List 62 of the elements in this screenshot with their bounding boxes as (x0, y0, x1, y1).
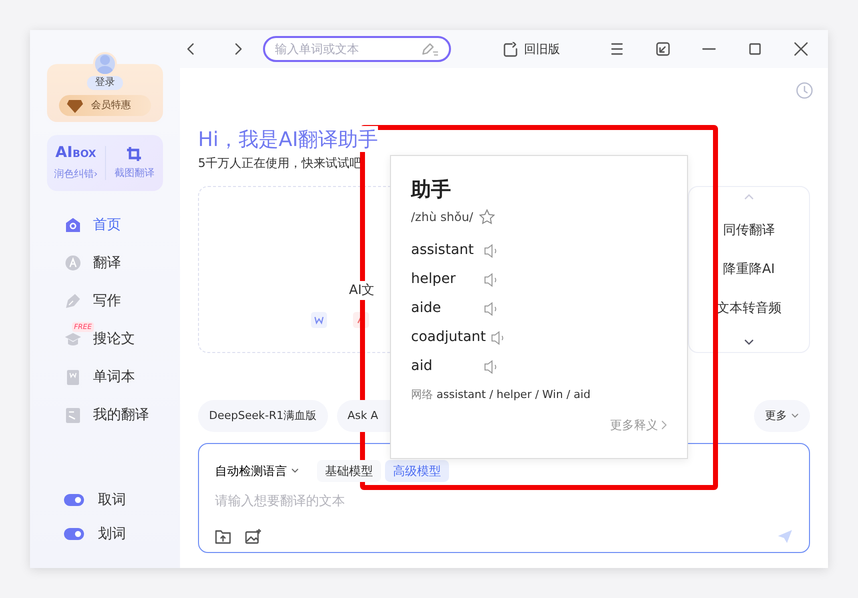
tool-link[interactable]: 同传翻译 (723, 220, 775, 240)
star-icon[interactable] (479, 209, 496, 225)
translation-word: helper (411, 270, 457, 289)
close-icon (794, 42, 808, 56)
papers-icon (65, 331, 81, 347)
word-file-icon (311, 312, 327, 328)
back-icon (186, 42, 196, 56)
model-chip[interactable]: DeepSeek-R1满血版 (198, 400, 328, 432)
model-chip[interactable]: 更多 (754, 400, 810, 432)
translate-icon (65, 255, 81, 271)
headword: 助手 (411, 176, 452, 203)
vip-button[interactable]: 会员特惠 (59, 95, 151, 116)
image-icon[interactable] (245, 529, 261, 544)
nav-item[interactable]: 首页 (30, 206, 180, 244)
diamond-icon (67, 98, 83, 112)
toggle-label: 取词 (98, 490, 126, 510)
write-icon (65, 293, 81, 309)
toggle-switch[interactable] (64, 494, 84, 506)
caret-icon (291, 468, 299, 474)
maximize-button[interactable] (748, 42, 762, 56)
menu-button[interactable] (610, 42, 624, 56)
chevron-down-icon[interactable] (743, 338, 755, 346)
rotate-icon (503, 42, 518, 56)
wordbook-icon (65, 369, 81, 385)
login-button[interactable]: 登录 (87, 76, 123, 90)
shrink-icon (656, 42, 670, 56)
web-definitions: 网络 assistant / helper / Win / aid (411, 387, 592, 403)
translate-input-box[interactable]: 自动检测语言 基础模型 高级模型 请输入想要翻译的文本 (198, 443, 810, 553)
menu-icon (610, 42, 624, 56)
nav-item[interactable]: 单词本 (30, 358, 180, 396)
aibox-logo[interactable]: AIBOX (55, 144, 96, 163)
doc-label: AI文 (349, 280, 375, 300)
nav-item[interactable]: 写作 (30, 282, 180, 320)
nav-item[interactable]: 翻译 (30, 244, 180, 282)
forward-button[interactable] (233, 42, 243, 56)
toggle-label: 划词 (98, 524, 126, 544)
home-icon (65, 217, 81, 233)
maximize-icon (748, 42, 762, 56)
model-tab[interactable]: 高级模型 (385, 460, 449, 482)
greeting-title: Hi，我是AI翻译助手 (198, 126, 378, 152)
pinyin: /zhù shǒu/ (411, 209, 474, 226)
translation-word: aid (411, 357, 434, 376)
forward-icon (233, 42, 243, 56)
caret-icon (791, 413, 799, 419)
old-version-button[interactable]: 回旧版 (503, 40, 560, 58)
close-button[interactable] (794, 42, 808, 56)
upload-file-icon[interactable] (215, 529, 231, 544)
crop-icon[interactable] (126, 146, 142, 162)
chevron-right-icon (661, 420, 667, 430)
model-tab[interactable]: 基础模型 (317, 460, 381, 482)
back-button[interactable] (186, 42, 196, 56)
pen-icon (421, 42, 439, 56)
tool-link[interactable]: 降重降AI (723, 260, 775, 280)
language-dropdown[interactable]: 自动检测语言 (215, 462, 299, 480)
toggle-switch[interactable] (64, 528, 84, 540)
translation-word: coadjutant (411, 328, 486, 347)
translation-word: assistant (411, 241, 475, 260)
history-icon (65, 407, 81, 423)
shrink-button[interactable] (656, 42, 670, 56)
nav-item[interactable]: 我的翻译 (30, 396, 180, 434)
translation-word: aide (411, 299, 442, 318)
search-field[interactable]: 输入单词或文本 (263, 36, 451, 62)
